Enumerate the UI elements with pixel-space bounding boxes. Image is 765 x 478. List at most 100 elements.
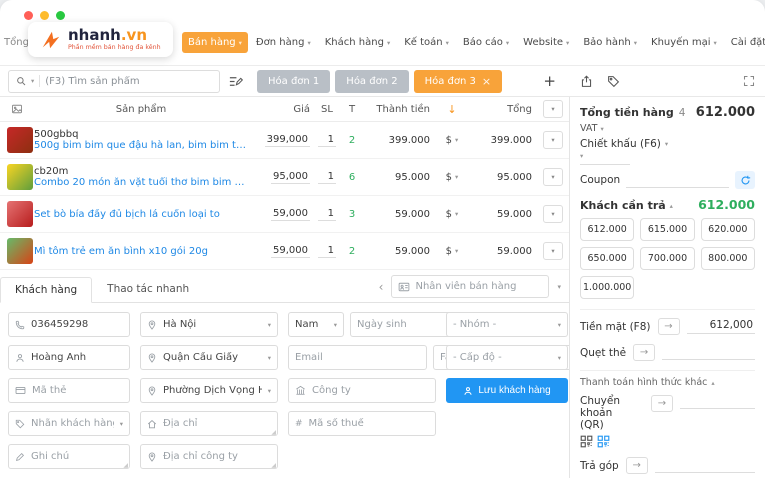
row-menu-button[interactable]: ▾ [543, 242, 563, 260]
note-field[interactable]: ◢ [8, 444, 130, 469]
qty-input[interactable]: 1 [318, 171, 336, 184]
note-input[interactable] [31, 451, 123, 462]
resize-handle[interactable]: ◢ [271, 462, 276, 469]
product-name-link[interactable]: 500g bim bim que đậu hà lan, bim bim tăm… [34, 140, 248, 151]
level-select[interactable]: - Cấp độ - ▾ [446, 345, 568, 370]
discount-unit-select[interactable]: $▾ [446, 209, 459, 220]
quick-amount-chip[interactable]: 700.000 [640, 247, 694, 270]
group-select[interactable]: - Nhóm - ▾ [446, 312, 568, 337]
arrow-right-icon[interactable]: → [658, 318, 680, 335]
name-field[interactable] [8, 345, 130, 370]
vat-toggle[interactable]: VAT ▾ [580, 123, 755, 134]
card-code-input[interactable] [32, 385, 123, 396]
window-minimize-button[interactable] [40, 11, 49, 20]
phone-input[interactable] [31, 319, 123, 330]
refresh-coupon-button[interactable] [735, 171, 755, 189]
staff-dropdown-icon[interactable]: ▾ [557, 283, 561, 291]
due-label[interactable]: Khách cần trả▴ [580, 199, 673, 212]
name-input[interactable] [31, 352, 123, 363]
column-header-price[interactable]: Giá [248, 104, 314, 115]
search-scope-dropdown-icon[interactable]: ▾ [31, 77, 34, 85]
resize-handle[interactable]: ◢ [271, 429, 276, 436]
column-header-product[interactable]: Sản phẩm [34, 104, 248, 115]
quick-amount-chip[interactable]: 1.000.000 [580, 276, 634, 299]
tab-thao-tac-nhanh[interactable]: Thao tác nhanh [92, 276, 204, 302]
staff-input[interactable] [415, 281, 542, 292]
discount-unit-select[interactable]: $▾ [446, 246, 459, 257]
address-field[interactable]: ◢ [140, 411, 278, 436]
address-input[interactable] [163, 418, 271, 429]
close-icon[interactable]: × [482, 75, 491, 88]
product-name-link[interactable]: Combo 20 món ăn vặt tuổi thơ bim bim cay… [34, 177, 248, 188]
row-menu-button[interactable]: ▾ [543, 205, 563, 223]
company-address-field[interactable]: ◢ [140, 444, 278, 469]
installment-amount-input[interactable] [655, 459, 755, 473]
company-input[interactable] [312, 385, 429, 396]
other-methods-toggle[interactable]: Thanh toán hình thức khác ▴ [580, 370, 755, 388]
qty-input[interactable]: 1 [318, 245, 336, 258]
sort-down-icon[interactable]: ↓ [434, 103, 470, 116]
column-header-total[interactable]: Tổng [470, 104, 536, 115]
row-menu-button[interactable]: ▾ [543, 168, 563, 186]
collapse-panel-icon[interactable]: ‹ [379, 280, 384, 294]
ward-select[interactable]: Phường Dịch Vọng Hậu ▾ [140, 378, 278, 403]
resize-handle[interactable]: ◢ [123, 462, 128, 469]
arrow-right-icon[interactable]: → [633, 344, 655, 361]
column-header-qty[interactable]: SL [314, 104, 340, 115]
qr-scan-icon[interactable] [597, 435, 610, 448]
column-header-amount[interactable]: Thành tiền [364, 104, 434, 115]
nav-item-khach-hang[interactable]: Khách hàng▾ [319, 32, 396, 53]
quick-amount-chip[interactable]: 650.000 [580, 247, 634, 270]
quick-amount-chip[interactable]: 612.000 [580, 218, 634, 241]
product-search[interactable]: ▾ [8, 70, 220, 93]
add-invoice-button[interactable]: + [537, 72, 562, 90]
window-close-button[interactable] [24, 11, 33, 20]
nhanh-logo[interactable]: nhanh.vn Phần mềm bán hàng đa kênh [28, 22, 173, 57]
company-field[interactable] [288, 378, 436, 403]
quick-add-product-icon[interactable] [228, 74, 243, 89]
nav-item-khuyen-mai[interactable]: Khuyến mại▾ [645, 32, 723, 53]
row-menu-button[interactable]: ▾ [543, 131, 563, 149]
tax-code-input[interactable] [309, 418, 429, 429]
card-code-field[interactable] [8, 378, 130, 403]
price-input[interactable]: 59,000 [271, 208, 310, 221]
invoice-tab-1[interactable]: Hóa đơn 1 [257, 70, 330, 93]
product-name-link[interactable]: Mì tôm trẻ em ăn bình x10 gói 20g [34, 246, 248, 257]
coupon-input[interactable] [626, 173, 729, 188]
discount-unit-select[interactable]: $▾ [446, 135, 459, 146]
discount-unit-select[interactable]: $▾ [446, 172, 459, 183]
quick-amount-chip[interactable]: 800.000 [701, 247, 755, 270]
qty-input[interactable]: 1 [318, 208, 336, 221]
column-header-t[interactable]: T [340, 104, 364, 115]
customer-labels-select[interactable]: Nhãn khách hàng ▾ [8, 411, 130, 436]
email-field[interactable] [288, 345, 427, 370]
city-select[interactable]: Hà Nội ▾ [140, 312, 278, 337]
qty-input[interactable]: 1 [318, 134, 336, 147]
nav-item-website[interactable]: Website▾ [517, 32, 575, 53]
save-customer-button[interactable]: Lưu khách hàng [446, 378, 568, 403]
transfer-amount-input[interactable] [680, 395, 755, 409]
nav-item-cai-dat[interactable]: Cài đặt▾ [725, 32, 765, 53]
cash-amount-input[interactable]: 612,000 [687, 319, 756, 334]
price-input[interactable]: 59,000 [271, 245, 310, 258]
window-zoom-button[interactable] [56, 11, 65, 20]
product-search-input[interactable] [45, 76, 212, 87]
staff-field[interactable] [391, 275, 549, 298]
export-icon[interactable] [580, 75, 593, 88]
nav-item-bao-cao[interactable]: Báo cáo▾ [457, 32, 515, 53]
arrow-right-icon[interactable]: → [626, 457, 648, 474]
card-amount-input[interactable] [662, 346, 755, 360]
nav-item-don-hang[interactable]: Đơn hàng▾ [250, 32, 317, 53]
invoice-tab-2[interactable]: Hóa đơn 2 [335, 70, 408, 93]
discount-type-select[interactable]: ▾ [580, 152, 630, 165]
quick-amount-chip[interactable]: 615.000 [640, 218, 694, 241]
tax-code-field[interactable]: # [288, 411, 436, 436]
product-name-link[interactable]: Set bò bía đầy đủ bịch lá cuốn loại to [34, 209, 248, 220]
gender-select[interactable]: Nam ▾ [288, 312, 344, 337]
invoice-tab-3[interactable]: Hóa đơn 3× [414, 70, 503, 93]
company-address-input[interactable] [163, 451, 271, 462]
nav-item-ke-toan[interactable]: Kế toán▾ [398, 32, 455, 53]
nav-item-ban-hang[interactable]: Bán hàng▾ [182, 32, 248, 53]
qr-code-icon[interactable] [580, 435, 593, 448]
arrow-right-icon[interactable]: → [651, 395, 673, 412]
